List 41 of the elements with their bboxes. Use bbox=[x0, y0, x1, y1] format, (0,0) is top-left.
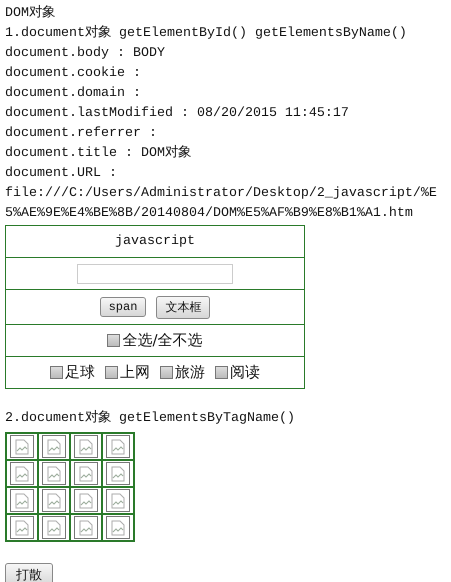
scatter-button[interactable]: 打散 bbox=[5, 563, 53, 582]
broken-image-icon bbox=[74, 489, 98, 512]
broken-image-icon bbox=[42, 462, 66, 485]
broken-image-icon bbox=[74, 462, 98, 485]
broken-image-icon bbox=[106, 462, 130, 485]
text-field[interactable] bbox=[77, 264, 233, 284]
broken-image-icon bbox=[10, 516, 34, 539]
checkbox-label[interactable]: 阅读 bbox=[230, 363, 260, 382]
checkbox-label[interactable]: 足球 bbox=[65, 363, 95, 382]
property-line: document.lastModified : 08/20/2015 11:45:17 bbox=[5, 105, 350, 123]
button[interactable]: span bbox=[100, 297, 146, 317]
section-heading: 2.document对象 getElementsByTagName() bbox=[5, 409, 296, 428]
property-line: document.body : BODY bbox=[5, 45, 166, 63]
broken-image-icon bbox=[74, 435, 98, 458]
broken-image-icon bbox=[10, 435, 34, 458]
broken-image-icon bbox=[10, 462, 34, 485]
broken-image-icon bbox=[106, 435, 130, 458]
checkbox-label[interactable]: 上网 bbox=[120, 363, 150, 382]
broken-image-icon bbox=[42, 516, 66, 539]
table-header: javascript bbox=[115, 234, 195, 249]
checkbox[interactable] bbox=[50, 366, 63, 379]
section-heading: 1.document对象 getElementById() getElementsByName() bbox=[5, 24, 408, 43]
checkbox-label[interactable]: 旅游 bbox=[175, 363, 205, 382]
page-title: DOM对象 bbox=[5, 4, 56, 23]
checkbox[interactable] bbox=[105, 366, 118, 379]
property-line: document.cookie : bbox=[5, 65, 142, 83]
button[interactable]: 文本框 bbox=[156, 296, 210, 318]
broken-image-icon bbox=[106, 516, 130, 539]
property-line: document.title : DOM对象 bbox=[5, 144, 192, 163]
property-line: document.referrer : bbox=[5, 125, 158, 143]
property-line: document.URL : file:///C:/Users/Administrator/Desktop/2_javascript/%E5%AE%9E%E4%BE%8B/20140804/DOM%E5%AF%B9%E8%B1%A1.htm bbox=[5, 165, 437, 223]
checkbox[interactable] bbox=[107, 334, 120, 347]
broken-image-icon bbox=[10, 489, 34, 512]
broken-image-icon bbox=[42, 489, 66, 512]
property-line: document.domain : bbox=[5, 85, 142, 103]
broken-image-icon bbox=[74, 516, 98, 539]
broken-image-icon bbox=[106, 489, 130, 512]
checkbox[interactable] bbox=[215, 366, 228, 379]
checkbox-label[interactable]: 全选/全不选 bbox=[122, 331, 203, 350]
checkbox[interactable] bbox=[160, 366, 173, 379]
broken-image-icon bbox=[42, 435, 66, 458]
